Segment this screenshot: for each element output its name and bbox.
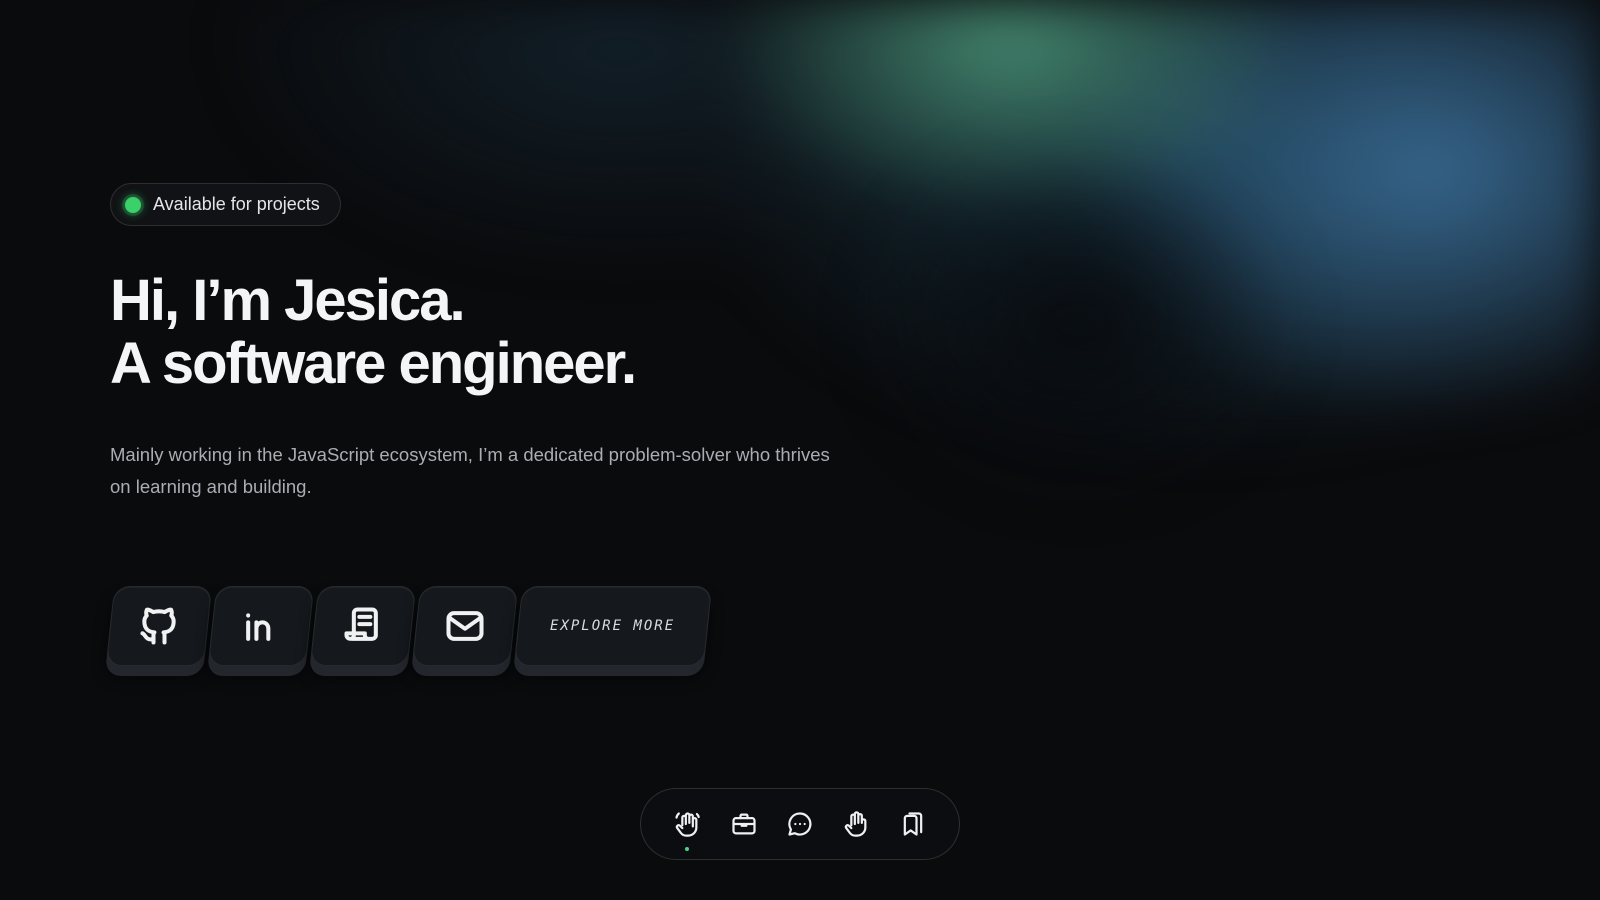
active-indicator (685, 847, 690, 851)
raised-hand-icon (845, 811, 867, 837)
blog-scroll-icon (344, 607, 378, 641)
explore-more-label: EXPLORE MORE (550, 618, 676, 634)
status-dot-icon (125, 196, 141, 213)
wave-hand-icon (675, 812, 700, 837)
hero-section: Available for projects Hi, I’m Jesica. A… (110, 183, 830, 503)
explore-more-button[interactable]: EXPLORE MORE (513, 586, 713, 666)
dock-item-bookmarks[interactable] (891, 802, 935, 846)
hero-heading-line-1: Hi, I’m Jesica. (110, 268, 466, 333)
blog-button[interactable] (309, 586, 417, 666)
github-icon (140, 607, 176, 645)
mail-icon (446, 611, 484, 641)
background-shadow (860, 140, 1300, 500)
briefcase-icon (731, 813, 756, 835)
dock-item-work[interactable] (722, 802, 766, 846)
linkedin-icon (246, 613, 271, 641)
status-badge: Available for projects (110, 183, 341, 226)
bookmarks-icon (903, 812, 923, 836)
status-badge-label: Available for projects (153, 194, 320, 214)
bottom-dock (640, 788, 960, 860)
dock-item-intro[interactable] (665, 802, 709, 851)
dock-item-contact[interactable] (778, 802, 822, 846)
hero-description: Mainly working in the JavaScript ecosyst… (110, 444, 830, 497)
dock-item-hire[interactable] (834, 802, 878, 846)
hero-heading: Hi, I’m Jesica. A software engineer. (110, 269, 830, 395)
social-keys: EXPLORE MORE (105, 586, 713, 666)
hero-heading-line-2: A software engineer. (110, 331, 637, 396)
chat-bubble-icon (788, 812, 812, 836)
linkedin-button[interactable] (207, 586, 315, 666)
email-button[interactable] (411, 586, 519, 666)
github-button[interactable] (105, 586, 213, 666)
